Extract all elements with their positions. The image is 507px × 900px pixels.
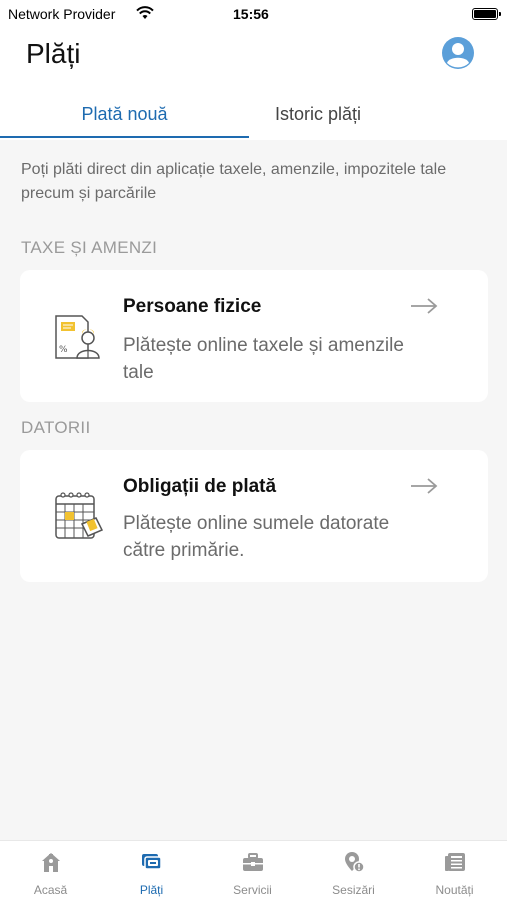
- clock: 15:56: [233, 6, 269, 22]
- tab-payment-history[interactable]: Istoric plăți: [249, 88, 507, 140]
- nav-item-home[interactable]: Acasă: [0, 841, 101, 900]
- payment-tabs: Plată nouă Istoric plăți: [0, 88, 507, 140]
- calendar-payment-icon: [52, 490, 104, 542]
- card-title: Persoane fizice: [123, 296, 262, 317]
- arrow-right-icon: [410, 298, 438, 314]
- svg-text:%: %: [59, 345, 68, 355]
- payments-icon: [142, 854, 162, 870]
- nav-item-services[interactable]: Servicii: [202, 841, 303, 900]
- arrow-right-icon: [410, 478, 438, 494]
- status-bar: Network Provider 15:56: [0, 0, 507, 28]
- newspaper-icon: [445, 853, 465, 871]
- page-title: Plăți: [26, 38, 81, 69]
- nav-item-payments[interactable]: Plăți: [101, 841, 202, 900]
- location-alert-icon: [345, 852, 365, 873]
- nav-item-reports[interactable]: Sesizări: [303, 841, 404, 900]
- briefcase-icon: [243, 853, 263, 871]
- nav-label: Servicii: [233, 883, 272, 897]
- card-payment-obligations[interactable]: Obligații de plată Plătește online sumel…: [20, 450, 488, 582]
- battery-icon: [472, 8, 501, 20]
- home-icon: [42, 853, 60, 872]
- card-description: Plătește online taxele și amenzile tale: [123, 335, 404, 383]
- section-title-taxes: TAXE ȘI AMENZI: [21, 238, 158, 257]
- nav-item-news[interactable]: Noutăți: [404, 841, 505, 900]
- user-circle-icon[interactable]: [441, 36, 475, 70]
- card-individuals[interactable]: % Persoane fizice Plătește online taxele…: [20, 270, 488, 402]
- carrier-label: Network Provider: [8, 6, 116, 22]
- person-document-icon: %: [52, 310, 104, 362]
- wifi-icon: [136, 6, 154, 23]
- tab-new-payment[interactable]: Plată nouă: [0, 88, 249, 140]
- bottom-nav: Acasă Plăți Servicii Sesizări Noutăți: [0, 840, 507, 900]
- intro-text: Poți plăti direct din aplicație taxele, …: [21, 161, 447, 202]
- card-title: Obligații de plată: [123, 476, 277, 497]
- nav-label: Plăți: [139, 883, 164, 897]
- section-title-debts: DATORII: [21, 418, 91, 437]
- nav-label: Sesizări: [332, 883, 375, 897]
- app-header: Plăți: [0, 28, 507, 88]
- card-description: Plătește online sumele datorate către pr…: [123, 513, 390, 561]
- nav-label: Acasă: [33, 883, 68, 897]
- nav-label: Noutăți: [435, 883, 474, 897]
